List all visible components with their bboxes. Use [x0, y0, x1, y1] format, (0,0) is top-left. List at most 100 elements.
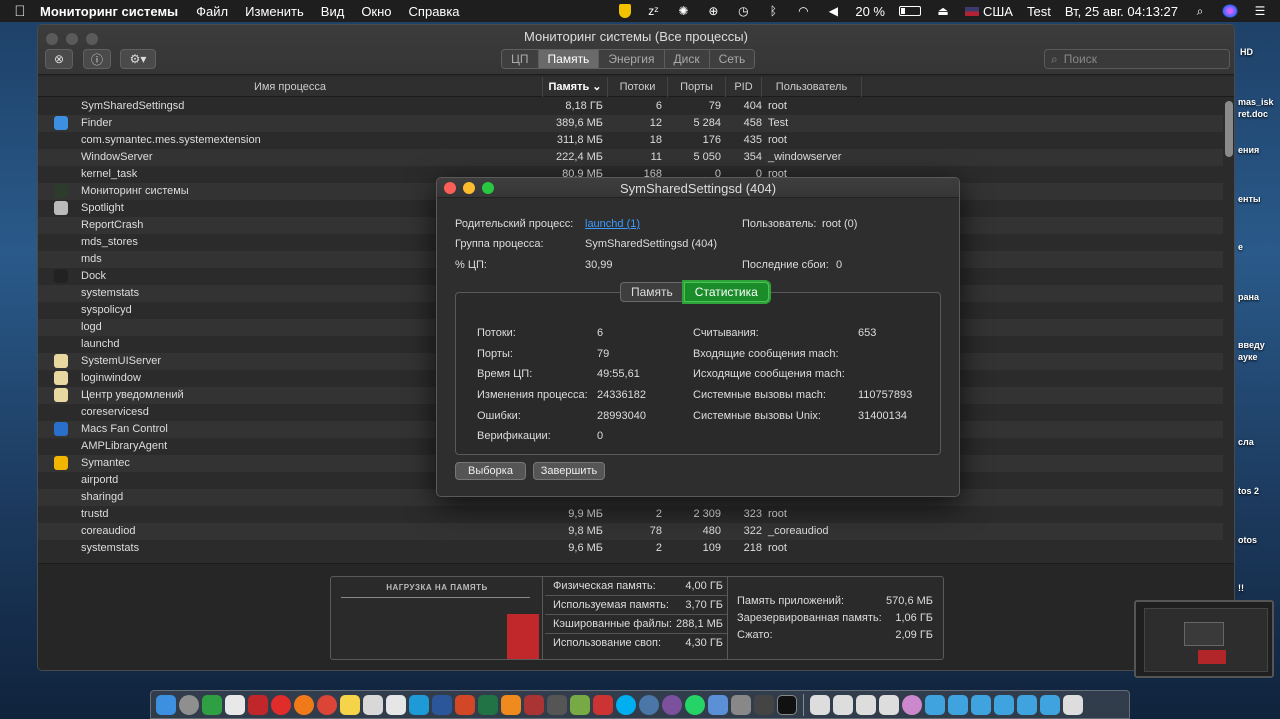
word-icon[interactable]: [432, 694, 452, 715]
column-header-name[interactable]: Имя процесса: [38, 77, 543, 97]
table-row[interactable]: Finder 389,6 МБ 12 5 284 458 Test: [38, 115, 1223, 132]
column-header-ports[interactable]: Порты: [668, 77, 726, 97]
textedit-icon[interactable]: [363, 694, 383, 715]
accessibility-icon[interactable]: ⊕: [705, 4, 721, 18]
menu-view[interactable]: Вид: [321, 4, 345, 19]
desktop-label[interactable]: енты: [1238, 194, 1261, 204]
desktop-label[interactable]: сла: [1238, 437, 1254, 447]
window-titlebar[interactable]: Мониторинг системы (Все процессы) ⊗ ⓘ ⚙▾…: [38, 25, 1234, 75]
finder-icon[interactable]: [156, 694, 176, 715]
menu-edit[interactable]: Изменить: [245, 4, 304, 19]
table-row[interactable]: com.symantec.mes.systemextension 311,8 МБ…: [38, 132, 1223, 149]
calendar-icon[interactable]: [225, 694, 245, 715]
desktop-label[interactable]: рана: [1238, 292, 1259, 302]
skype-icon[interactable]: [616, 694, 636, 715]
scrollbar-thumb[interactable]: [1225, 101, 1233, 157]
fan-icon[interactable]: ✺: [675, 4, 691, 18]
dialog-titlebar[interactable]: SymSharedSettingsd (404): [437, 178, 959, 198]
desktop-label[interactable]: otos: [1238, 535, 1257, 545]
sample-button[interactable]: Выборка: [455, 462, 526, 480]
media-icon[interactable]: [902, 694, 922, 715]
app-icon[interactable]: [570, 694, 590, 715]
virtualbox-icon[interactable]: [708, 694, 728, 715]
clock[interactable]: Вт, 25 авг. 04:13:27: [1065, 4, 1178, 19]
scrollbar-track[interactable]: [1223, 98, 1234, 563]
table-row[interactable]: systemstats 9,6 МБ 2 109 218 root: [38, 540, 1223, 557]
viber-icon[interactable]: [662, 694, 682, 715]
tab-disk[interactable]: Диск: [664, 50, 710, 68]
screenshot-thumbnail[interactable]: [1134, 600, 1274, 678]
archive-icon[interactable]: [524, 694, 544, 715]
folder-icon[interactable]: [925, 694, 945, 715]
parent-process-link[interactable]: launchd (1): [585, 218, 640, 230]
stop-process-button[interactable]: ⊗: [45, 49, 73, 69]
apple-menu-icon[interactable]: : [0, 3, 40, 20]
wifi-icon[interactable]: ◠: [795, 4, 811, 18]
firefox-icon[interactable]: [294, 694, 314, 715]
desktop-label[interactable]: ения: [1238, 145, 1259, 155]
menu-app-name[interactable]: Мониторинг системы: [40, 4, 178, 19]
search-icon[interactable]: ⌕: [1192, 4, 1208, 18]
desktop-label[interactable]: е: [1238, 242, 1243, 252]
folder-icon[interactable]: [971, 694, 991, 715]
activity-monitor-dock-icon[interactable]: [754, 694, 774, 715]
downloads-folder-icon[interactable]: [1040, 694, 1060, 715]
battery-percent[interactable]: 20 %: [855, 4, 885, 19]
action-menu-button[interactable]: ⚙▾: [120, 49, 156, 69]
chrome-icon[interactable]: [317, 694, 337, 715]
folder-icon[interactable]: [948, 694, 968, 715]
notification-list-icon[interactable]: ☰: [1252, 4, 1268, 18]
document-icon[interactable]: [879, 694, 899, 715]
table-row[interactable]: SymSharedSettingsd 8,18 ГБ 6 79 404 root: [38, 98, 1223, 115]
excel-icon[interactable]: [478, 694, 498, 715]
table-row[interactable]: WindowServer 222,4 МБ 11 5 050 354 _windowser…: [38, 149, 1223, 166]
siri-icon[interactable]: [1222, 4, 1238, 18]
desktop-label[interactable]: ret.doc: [1238, 109, 1268, 119]
opera-icon[interactable]: [271, 694, 291, 715]
document-icon[interactable]: [810, 694, 830, 715]
whatsapp-icon[interactable]: [685, 694, 705, 715]
dialog-tab-statistics[interactable]: Статистика: [683, 282, 769, 302]
tab-energy[interactable]: Энергия: [599, 50, 665, 68]
sleep-icon[interactable]: zᶻ: [645, 4, 661, 18]
table-row[interactable]: trustd 9,9 МБ 2 2 309 323 root: [38, 506, 1223, 523]
column-header-threads[interactable]: Потоки: [608, 77, 668, 97]
adobe-icon[interactable]: [248, 694, 268, 715]
numbers-icon[interactable]: [386, 694, 406, 715]
search-input[interactable]: [1063, 52, 1214, 66]
launchpad-icon[interactable]: [179, 694, 199, 715]
vk-icon[interactable]: [639, 694, 659, 715]
desktop-label[interactable]: !!: [1238, 583, 1244, 593]
desktop-label[interactable]: HD: [1240, 47, 1253, 57]
volume-icon[interactable]: ◀: [825, 4, 841, 18]
search-field[interactable]: ⌕: [1044, 49, 1230, 69]
input-source[interactable]: США: [965, 4, 1013, 19]
column-header-memory[interactable]: Память ⌄: [543, 77, 608, 97]
powerpoint-icon[interactable]: [455, 694, 475, 715]
column-header-pid[interactable]: PID: [726, 77, 762, 97]
notes-icon[interactable]: [340, 694, 360, 715]
messages-icon[interactable]: [202, 694, 222, 715]
preview-icon[interactable]: [731, 694, 751, 715]
tab-memory[interactable]: Память: [538, 50, 600, 68]
eject-icon[interactable]: ⏏: [935, 4, 951, 18]
app-icon[interactable]: [593, 694, 613, 715]
document-icon[interactable]: [856, 694, 876, 715]
menu-file[interactable]: Файл: [196, 4, 228, 19]
terminal-icon[interactable]: [777, 694, 797, 715]
desktop-label[interactable]: введу: [1238, 340, 1265, 350]
quit-process-button[interactable]: Завершить: [533, 462, 605, 480]
folder-icon[interactable]: [1017, 694, 1037, 715]
trash-icon[interactable]: [1063, 694, 1083, 715]
desktop-label[interactable]: tos 2: [1238, 486, 1259, 496]
vlc-icon[interactable]: [501, 694, 521, 715]
photo-booth-icon[interactable]: [547, 694, 567, 715]
dialog-tab-memory[interactable]: Память: [620, 282, 684, 302]
symantec-shield-icon[interactable]: [619, 4, 632, 18]
battery-icon[interactable]: [899, 6, 921, 16]
bluetooth-icon[interactable]: ᛒ: [765, 4, 781, 18]
keynote-icon[interactable]: [409, 694, 429, 715]
tab-network[interactable]: Сеть: [709, 50, 755, 68]
column-header-user[interactable]: Пользователь: [762, 77, 862, 97]
menu-window[interactable]: Окно: [361, 4, 391, 19]
